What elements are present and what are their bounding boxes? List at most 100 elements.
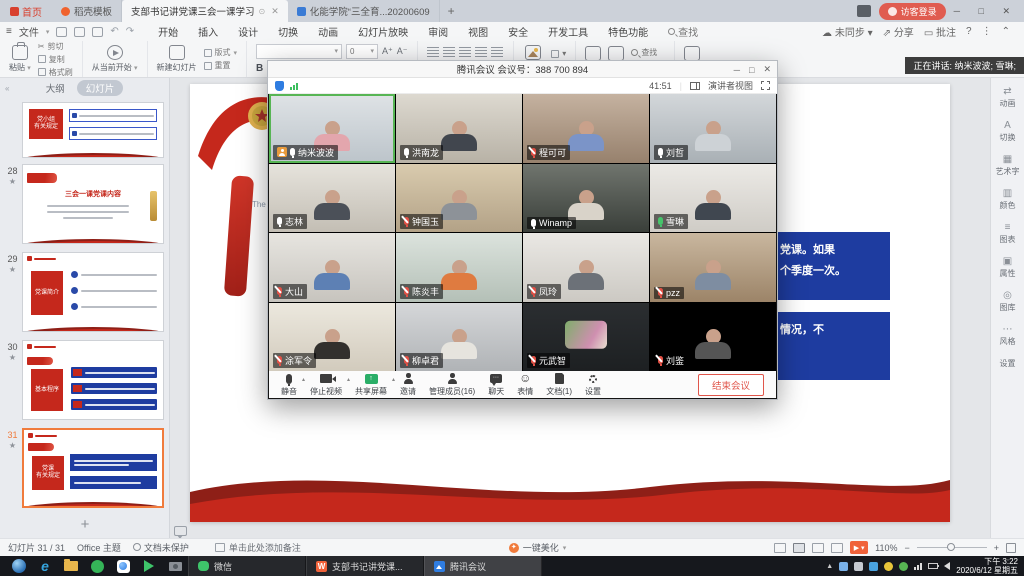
participant-tile[interactable]: 元武智 [523,303,649,372]
help-button[interactable]: ? [966,26,972,37]
start-button[interactable] [6,556,32,576]
indent-increase-icon[interactable] [475,47,487,57]
slides-tab[interactable]: 幻灯片 [77,80,124,96]
font-size-select[interactable]: 0▾ [346,44,378,59]
network-icon[interactable] [914,562,922,570]
layout-button[interactable]: 版式 ▾ [204,47,238,58]
theme-name[interactable]: Office 主题 [77,541,121,554]
paste-button[interactable]: 粘贴 ▾ [9,45,31,73]
reading-view-icon[interactable] [831,543,843,553]
slide-thumbnail-31-selected[interactable]: 党课 有关规定 [22,428,164,508]
volume-icon[interactable] [944,562,950,570]
panel-tool-item[interactable]: 艺术字 [996,154,1020,177]
tray-icon-blue[interactable] [839,562,848,571]
taskbar-clock[interactable]: 下午 3:22 2020/6/12 星期五 [956,557,1018,575]
taskbar-button-meeting[interactable]: 腾讯会议 [424,556,542,576]
share-button[interactable]: ⇗ 分享 [883,24,914,39]
zoom-level[interactable]: 110% [875,543,897,553]
format-painter-button[interactable]: 格式刷 [38,67,73,78]
participant-tile[interactable]: Winamp [523,164,649,233]
camera-app-taskbar-icon[interactable] [162,556,188,576]
animation-star-icon[interactable]: ★ [9,353,16,362]
green-app-taskbar-icon[interactable] [84,556,110,576]
beautify-button[interactable]: ✦ 一键美化 ▾ [509,541,567,554]
ribbon-tab[interactable]: 视图 [459,23,497,40]
slide-sorter-icon[interactable] [812,543,824,553]
file-menu[interactable]: 文件 [19,24,39,39]
bluetooth-icon[interactable] [869,562,878,571]
line-spacing-icon[interactable] [491,47,503,57]
shapes-button[interactable]: ▾ [551,49,566,58]
zoom-slider-knob[interactable] [947,543,955,551]
share-screen-button[interactable]: ↑共享屏幕 [355,373,387,397]
collapse-ribbon-icon[interactable]: ⌃ [1002,26,1010,37]
font-family-select[interactable]: ▾ [256,44,342,59]
document-tab-2[interactable]: 化能学院“三全育...20200609 [288,0,440,22]
participant-tile[interactable]: pzz [650,233,776,302]
security-shield-tray-icon[interactable] [899,562,908,571]
command-search[interactable]: 查找 [668,24,698,39]
slide-thumbnail-28[interactable]: 三会一课党课内容 [22,164,164,244]
ribbon-tab[interactable]: 动画 [309,23,347,40]
participant-tile[interactable]: 刘鉴 [650,303,776,372]
ribbon-tab[interactable]: 开发工具 [539,23,597,40]
normal-view-icon[interactable] [793,543,805,553]
add-slide-button[interactable]: + [0,516,170,533]
slide-thumbnail-29[interactable]: 党课简介 [22,252,164,332]
ribbon-tab[interactable]: 开始 [149,23,187,40]
numbering-icon[interactable] [443,47,455,57]
participant-tile[interactable]: 雪琳 [650,164,776,233]
animation-star-icon[interactable]: ★ [9,177,16,186]
tray-icon-yellow[interactable] [884,562,893,571]
meeting-titlebar[interactable]: 腾讯会议 会议号：388 700 894 ─ □ ✕ [268,61,777,78]
copy-button[interactable]: 复制 [38,54,73,65]
slideshow-play-button[interactable]: ▶ ▾ [850,541,868,554]
ie-taskbar-icon[interactable]: e [32,556,58,576]
docer-template-tab[interactable]: 稻壳模板 [52,0,122,22]
redo-icon[interactable]: ↷ [126,26,134,37]
taskbar-button-wechat[interactable]: 微信 [188,556,306,576]
ribbon-tab[interactable]: 特色功能 [599,23,657,40]
video-app-taskbar-icon[interactable] [136,556,162,576]
meeting-app-taskbar-icon[interactable] [110,556,136,576]
explorer-taskbar-icon[interactable] [58,556,84,576]
participant-tile[interactable]: 涂军令 [269,303,395,372]
new-slide-button[interactable]: 新建幻灯片 [157,45,197,73]
meeting-window[interactable]: 腾讯会议 会议号：388 700 894 ─ □ ✕ 41:51 | 演讲者视图 [267,60,778,400]
guest-login-button[interactable]: 访客登录 [879,3,946,20]
participant-tile[interactable]: 陈炎丰 [396,233,522,302]
animation-star-icon[interactable]: ★ [9,265,16,274]
mute-button[interactable]: 静音 [281,373,297,397]
comment-button[interactable]: ▭ 批注 [924,24,956,39]
new-tab-button[interactable]: + [440,0,463,22]
participant-tile[interactable]: 凤玲 [523,233,649,302]
panel-tool-item[interactable]: 属性 [1000,256,1016,279]
workspace-icon[interactable] [857,5,871,17]
panel-tool-item[interactable]: 颜色 [1000,188,1016,211]
sync-status[interactable]: ☁ 未同步 ▾ [822,24,873,39]
taskbar-button-wps-doc[interactable]: W 支部书记讲党课... [306,556,424,576]
participant-tile[interactable]: 大山 [269,233,395,302]
chat-button[interactable]: ⋯聊天 [488,373,504,397]
panel-tool-item[interactable]: 动画 [1000,86,1016,109]
slide-thumbnail-27[interactable]: 党小组 有关规定 [22,102,164,158]
ribbon-tab[interactable]: 插入 [189,23,227,40]
ribbon-tab[interactable]: 切换 [269,23,307,40]
participant-tile[interactable]: 洪南龙 [396,94,522,163]
stop-video-button[interactable]: 停止视频 [310,373,342,397]
cut-button[interactable]: ✂ 剪切 [38,41,73,52]
indent-decrease-icon[interactable] [459,47,471,57]
decrease-font-button[interactable]: A⁻ [397,46,408,57]
invite-button[interactable]: 邀请 [400,373,416,397]
protection-status[interactable]: 文档未保护 [133,541,189,554]
ribbon-tab[interactable]: 安全 [499,23,537,40]
end-meeting-button[interactable]: 结束会议 [698,374,764,396]
docs-button[interactable]: 文档(1) [546,373,572,397]
panel-tool-item[interactable]: 设置 [1000,358,1016,369]
participant-tile[interactable]: 柳卓君 [396,303,522,372]
emoji-button[interactable]: ☺表情 [517,373,533,397]
ribbon-tab[interactable]: 审阅 [419,23,457,40]
view-mode-toggle[interactable]: 演讲者视图 [708,79,753,92]
bullets-icon[interactable] [427,47,439,57]
reset-button[interactable]: 重置 [204,60,238,71]
